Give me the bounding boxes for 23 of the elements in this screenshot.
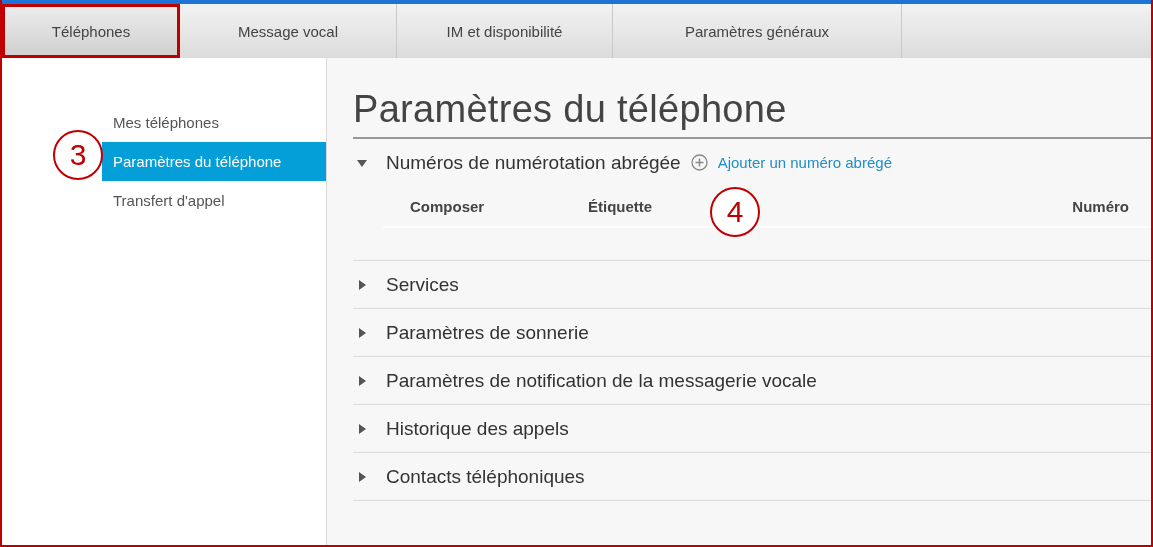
- column-header: Étiquette: [588, 197, 653, 215]
- add-icon[interactable]: [690, 154, 708, 171]
- expand-triangle-icon[interactable]: [357, 327, 367, 338]
- tab[interactable]: Téléphones: [2, 4, 180, 58]
- section-title[interactable]: Historique des appels: [386, 417, 569, 440]
- expand-triangle-icon[interactable]: [357, 471, 367, 482]
- section-title[interactable]: Paramètres de sonnerie: [386, 321, 589, 344]
- tab[interactable]: Paramètres généraux: [613, 4, 902, 58]
- sidebar-item[interactable]: Transfert d'appel: [2, 181, 326, 220]
- section-title[interactable]: Paramètres de notification de la messagerie vocale: [386, 369, 817, 392]
- section-title[interactable]: Services: [386, 273, 459, 296]
- expand-triangle-icon[interactable]: [357, 375, 367, 386]
- expand-triangle-icon[interactable]: [357, 423, 367, 434]
- callout-number: 4: [710, 187, 760, 237]
- section-title[interactable]: Contacts téléphoniques: [386, 465, 585, 488]
- add-link[interactable]: Ajouter un numéro abrégé: [717, 154, 892, 171]
- column-header: Composer: [410, 197, 485, 215]
- collapse-triangle-icon[interactable]: [357, 157, 367, 168]
- expand-triangle-icon[interactable]: [357, 279, 367, 290]
- section-title[interactable]: Numéros de numérotation abrégée: [386, 151, 681, 174]
- tab[interactable]: IM et disponibilité: [397, 4, 613, 58]
- page-title: Paramètres du téléphone: [353, 88, 1151, 139]
- column-header: Numéro: [1072, 197, 1129, 215]
